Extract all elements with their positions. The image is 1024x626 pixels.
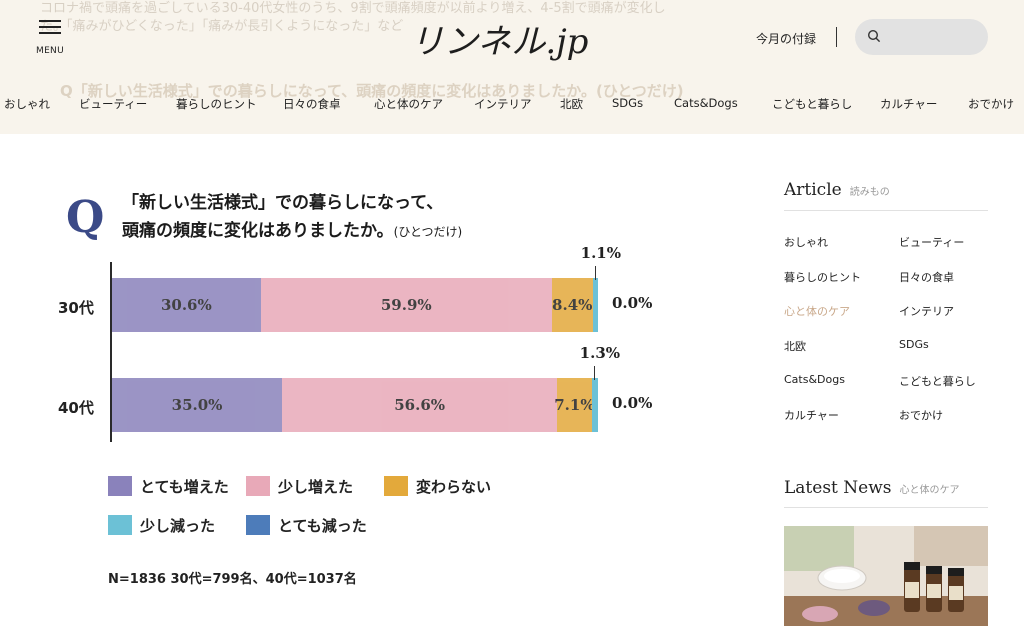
bar-value-label: 35.0% (171, 396, 223, 414)
bar-value-label: 8.4% (552, 296, 593, 314)
latest-news-subheading: 心と体のケア (899, 485, 960, 496)
legend-swatch-greatly-increased (108, 476, 132, 496)
latest-news-heading: Latest News 心と体のケア (784, 478, 960, 498)
sidebar-link[interactable]: 北欧 (784, 338, 806, 354)
legend-label: 少し減った (140, 517, 216, 535)
news-thumbnail[interactable] (784, 526, 988, 626)
legend-swatch-slightly-decreased (108, 515, 132, 535)
sample-size-note: N=1836 30代=799名、40代=1037名 (108, 572, 357, 587)
nav-item[interactable]: こどもと暮らし (772, 96, 852, 112)
sidebar-link[interactable]: カルチャー (784, 407, 839, 423)
bar-segment-slightly-decreased (591, 378, 598, 432)
sidebar-link[interactable]: おしゃれ (784, 234, 828, 250)
sidebar-link[interactable]: SDGs (899, 338, 929, 351)
nav-item[interactable]: カルチャー (880, 96, 937, 112)
legend-swatch-unchanged (384, 476, 408, 496)
sidebar-link[interactable]: Cats&Dogs (784, 373, 845, 386)
bar-segment-unchanged: 8.4% (551, 278, 593, 332)
legend-label: 少し増えた (278, 478, 354, 496)
legend-swatch-slightly-increased (246, 476, 270, 496)
sidebar-link[interactable]: ビューティー (899, 234, 964, 250)
bar-segment-unchanged: 7.1% (554, 378, 595, 432)
nav-item[interactable]: おでかけ (968, 96, 1014, 112)
nav-item[interactable]: 日々の食卓 (283, 96, 341, 112)
question-suffix: (ひとつだけ) (393, 225, 463, 239)
article-heading: Article 読みもの (784, 180, 890, 200)
header-divider (836, 27, 837, 47)
nav-item[interactable]: インテリア (474, 96, 532, 112)
bar-value-label-slightly-decreased: 1.1% (580, 244, 621, 262)
sidebar-link[interactable]: 暮らしのヒント (784, 269, 861, 285)
sidebar-link[interactable]: インテリア (899, 303, 954, 319)
bar-value-label-greatly-decreased: 0.0% (612, 294, 653, 312)
bar-value-label: 30.6% (160, 296, 212, 314)
divider (784, 210, 988, 211)
bar-segment-greatly-increased: 30.6% (112, 278, 261, 332)
supplement-link[interactable]: 今月の付録 (756, 30, 816, 47)
category-label-30s: 30代 (58, 299, 94, 317)
nav-item[interactable]: Cats&Dogs (674, 96, 738, 110)
menu-button[interactable]: MENU (34, 20, 66, 57)
legend-label: 変わらない (416, 478, 492, 496)
question-line-2: 頭痛の頻度に変化はありましたか。 (122, 221, 394, 241)
site-logo[interactable]: リンネル.jp (410, 14, 588, 63)
bar-segment-slightly-decreased (592, 278, 598, 332)
bar-segment-greatly-increased: 35.0% (112, 378, 283, 432)
category-nav: おしゃれ ビューティー 暮らしのヒント 日々の食卓 心と体のケア インテリア 北… (0, 96, 1024, 114)
bar-value-label: 59.9% (380, 296, 432, 314)
leader-line (593, 366, 595, 380)
bar-segment-slightly-increased: 56.6% (282, 378, 558, 432)
category-label-40s: 40代 (58, 399, 94, 417)
legend-swatch-greatly-decreased (246, 515, 270, 535)
sidebar-link[interactable]: おでかけ (899, 407, 943, 423)
bar-value-label: 7.1% (554, 396, 595, 414)
site-header: コロナ禍で頭痛を過ごしている30-40代女性のうち、9割で頭痛頻度が以前より増え… (0, 0, 1024, 134)
survey-chart: Q 「新しい生活様式」での暮らしになって、 頭痛の頻度に変化はありましたか。(ひ… (30, 170, 730, 610)
sidebar-link-active[interactable]: 心と体のケア (784, 303, 850, 319)
nav-item[interactable]: SDGs (612, 96, 643, 110)
bar-value-label-greatly-decreased: 0.0% (612, 394, 653, 412)
search-input[interactable] (855, 19, 988, 55)
menu-label: MENU (36, 46, 64, 56)
leader-line (594, 266, 596, 280)
q-mark: Q (66, 192, 105, 243)
nav-item[interactable]: ビューティー (79, 96, 147, 112)
question-line-1: 「新しい生活様式」での暮らしになって、 (122, 193, 444, 213)
aroma-bottles-image (784, 526, 988, 626)
hamburger-icon (39, 20, 61, 34)
nav-item[interactable]: おしゃれ (4, 96, 50, 112)
sidebar-link[interactable]: こどもと暮らし (899, 373, 976, 389)
bar-segment-slightly-increased: 59.9% (260, 278, 552, 332)
search-icon (867, 29, 881, 43)
nav-item[interactable]: 心と体のケア (374, 96, 443, 112)
divider (784, 507, 988, 508)
nav-item[interactable]: 暮らしのヒント (176, 96, 257, 112)
legend-label: とても減った (278, 517, 367, 535)
bar-value-label: 56.6% (394, 396, 446, 414)
legend-label: とても増えた (140, 478, 229, 496)
bar-value-label-slightly-decreased: 1.3% (579, 344, 621, 362)
article-subheading: 読みもの (849, 187, 890, 198)
nav-item[interactable]: 北欧 (560, 96, 583, 112)
sidebar-link[interactable]: 日々の食卓 (899, 269, 954, 285)
